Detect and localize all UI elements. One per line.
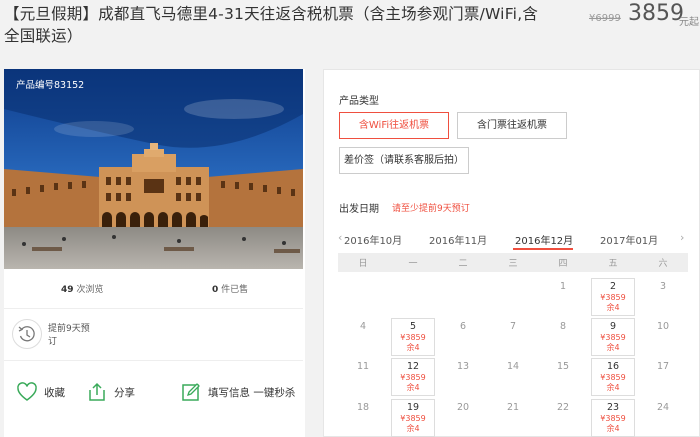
day-number: 9 xyxy=(609,321,617,332)
calendar-day: 1 xyxy=(559,281,567,292)
day-number: 19 xyxy=(406,402,420,413)
day-stock: 余4 xyxy=(606,343,620,352)
day-price: ¥3859 xyxy=(400,333,426,342)
advance-text: 提前9天预订 xyxy=(48,324,90,347)
calendar-day: 22 xyxy=(556,402,570,413)
day-price: ¥3859 xyxy=(600,414,626,423)
calendar-day: 17 xyxy=(656,361,670,372)
calendar-day-available[interactable]: 23 ¥3859 余4 xyxy=(591,399,635,437)
quick-book-button[interactable]: 填写信息 一键秒杀 xyxy=(180,381,295,403)
month-tab[interactable]: 2017年01月 xyxy=(600,232,658,247)
calendar-day: 6 xyxy=(459,321,467,332)
share-button[interactable]: 分享 xyxy=(86,381,135,403)
weekday-label: 日 xyxy=(358,259,368,269)
heart-icon xyxy=(17,382,37,401)
product-title: 【元旦假期】成都直飞马德里4-31天往返含税机票（含主场参观门票/WiFi,含全… xyxy=(4,5,539,45)
day-price: ¥3859 xyxy=(600,293,626,302)
day-price: ¥3859 xyxy=(600,373,626,382)
calendar-day: 14 xyxy=(506,361,520,372)
calendar-day-available[interactable]: 12 ¥3859 余4 xyxy=(391,358,435,396)
day-stock: 余4 xyxy=(406,383,420,392)
calendar-day: 18 xyxy=(356,402,370,413)
product-stats: 49 次浏览 0 件已售 xyxy=(4,269,303,309)
favorite-label: 收藏 xyxy=(44,386,65,399)
calendar-day: 11 xyxy=(356,361,370,372)
month-tab[interactable]: 2016年12月 xyxy=(515,232,573,247)
favorite-button[interactable]: 收藏 xyxy=(16,381,65,403)
calendar-day: 3 xyxy=(659,281,667,292)
day-price: ¥3859 xyxy=(400,414,426,423)
day-number: 12 xyxy=(406,361,420,372)
views-stat: 49 次浏览 xyxy=(61,282,103,295)
calendar-day-available[interactable]: 19 ¥3859 余4 xyxy=(391,399,435,437)
weekday-label: 三 xyxy=(508,259,518,269)
day-stock: 余4 xyxy=(606,303,620,312)
option-wifi-ticket[interactable]: 含WiFi往返机票 xyxy=(339,112,449,139)
departure-date-label: 出发日期 xyxy=(339,204,379,215)
month-tab[interactable]: 2016年10月 xyxy=(344,232,402,247)
original-price: ¥6999 xyxy=(589,13,621,24)
sold-count: 0 xyxy=(212,285,219,295)
product-photo: 产品编号83152 xyxy=(4,69,303,269)
product-card: 产品编号83152 49 次浏览 0 件已售 提前9天预订 收藏 分享 填写信息… xyxy=(4,69,305,437)
sold-stat: 0 件已售 xyxy=(212,282,248,295)
current-price: 3859 xyxy=(628,1,684,26)
day-price: ¥3859 xyxy=(400,373,426,382)
action-bar: 收藏 分享 填写信息 一键秒杀 xyxy=(4,369,303,415)
day-stock: 余4 xyxy=(606,383,620,392)
calendar-day: 21 xyxy=(506,402,520,413)
sold-label: 件已售 xyxy=(221,285,249,295)
views-count: 49 xyxy=(61,285,74,295)
active-month-underline xyxy=(513,248,573,250)
weekday-label: 六 xyxy=(658,259,668,269)
booking-panel: 产品类型 含WiFi往返机票 含门票往返机票 差价签（请联系客服后拍） 出发日期… xyxy=(323,69,700,437)
product-id: 产品编号83152 xyxy=(16,80,85,91)
plaza-mayor-image xyxy=(4,69,303,269)
share-icon xyxy=(89,382,105,401)
views-label: 次浏览 xyxy=(76,285,104,295)
clock-icon xyxy=(12,319,42,349)
day-number: 2 xyxy=(609,281,617,292)
prev-month-icon[interactable]: ‹ xyxy=(338,231,342,244)
calendar-day: 4 xyxy=(359,321,367,332)
next-month-icon[interactable]: › xyxy=(680,231,684,244)
calendar-day: 7 xyxy=(509,321,517,332)
month-selector: ‹ › 2016年10月 2016年11月 2016年12月 2017年01月 xyxy=(338,228,688,252)
calendar-day: 10 xyxy=(656,321,670,332)
month-tab[interactable]: 2016年11月 xyxy=(429,232,487,247)
share-label: 分享 xyxy=(114,386,135,399)
date-hint: 请至少提前9天预订 xyxy=(392,204,470,214)
calendar-day: 20 xyxy=(456,402,470,413)
weekday-label: 五 xyxy=(608,259,618,269)
day-stock: 余4 xyxy=(406,343,420,352)
day-number: 23 xyxy=(606,402,620,413)
calendar-day-available[interactable]: 2 ¥3859 余4 xyxy=(591,278,635,316)
quick-book-label: 填写信息 一键秒杀 xyxy=(208,386,296,399)
option-entry-ticket[interactable]: 含门票往返机票 xyxy=(457,112,567,139)
calendar-day: 24 xyxy=(656,402,670,413)
calendar-day: 15 xyxy=(556,361,570,372)
day-number: 16 xyxy=(606,361,620,372)
weekday-label: 一 xyxy=(408,259,418,269)
calendar-day-available[interactable]: 9 ¥3859 余4 xyxy=(591,318,635,356)
day-stock: 余4 xyxy=(406,424,420,433)
calendar-day-available[interactable]: 16 ¥3859 余4 xyxy=(591,358,635,396)
weekday-header: 日一二三四五六 xyxy=(338,253,688,272)
calendar-day-available[interactable]: 5 ¥3859 余4 xyxy=(391,318,435,356)
day-price: ¥3859 xyxy=(600,333,626,342)
weekday-label: 二 xyxy=(458,259,468,269)
day-stock: 余4 xyxy=(606,424,620,433)
edit-icon xyxy=(182,383,200,401)
option-price-difference[interactable]: 差价签（请联系客服后拍） xyxy=(339,147,469,174)
weekday-label: 四 xyxy=(558,259,568,269)
price-unit: 元起 xyxy=(679,17,699,28)
day-number: 5 xyxy=(409,321,417,332)
calendar-day: 8 xyxy=(559,321,567,332)
calendar-day: 13 xyxy=(456,361,470,372)
advance-booking-note: 提前9天预订 xyxy=(4,309,303,361)
product-type-label: 产品类型 xyxy=(339,96,379,107)
